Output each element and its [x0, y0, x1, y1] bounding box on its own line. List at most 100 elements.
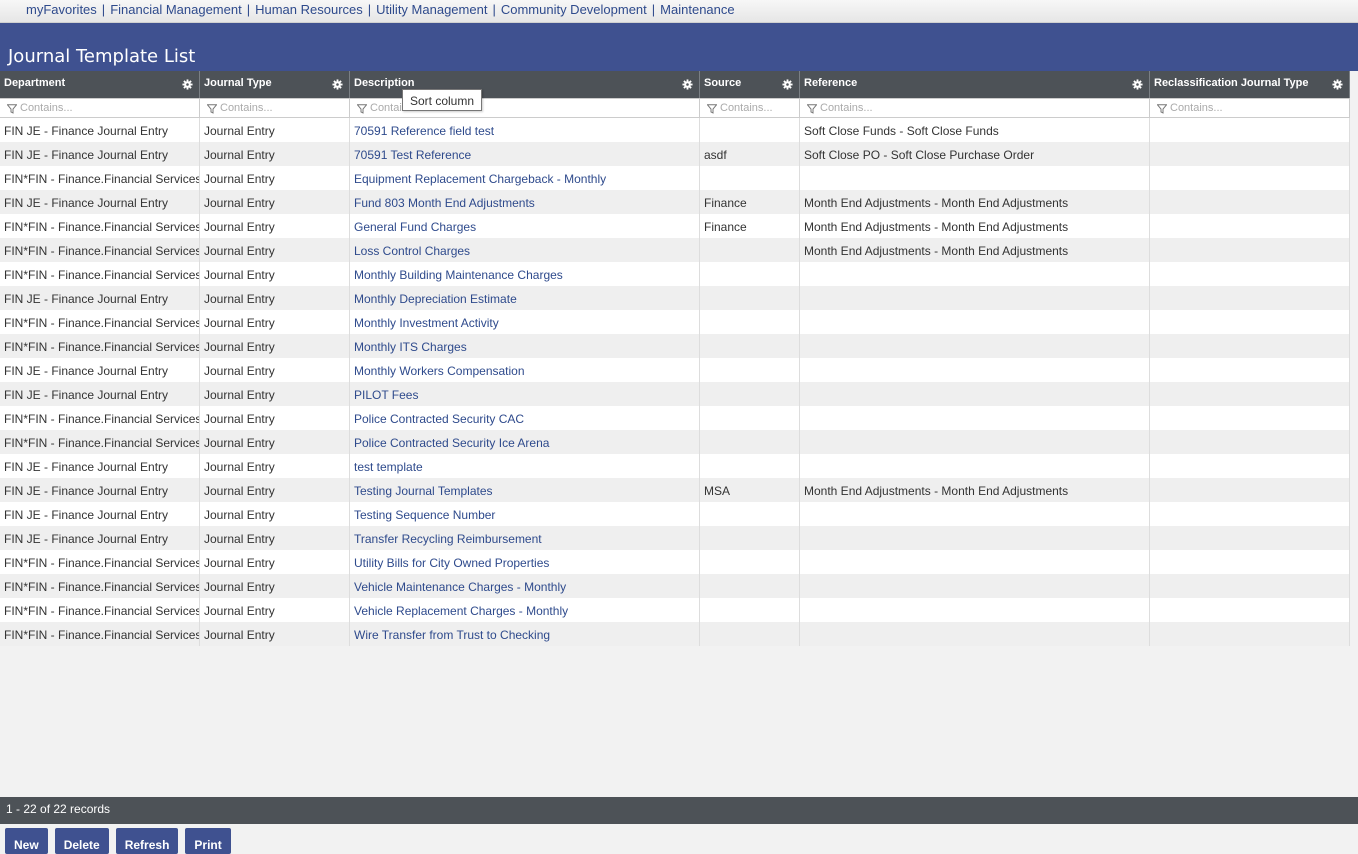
cell-journal-type: Journal Entry [200, 118, 350, 142]
table-row[interactable]: FIN JE - Finance Journal Entry Journal En… [0, 526, 1350, 550]
column-header-department[interactable]: Department [0, 71, 200, 98]
filter-icon[interactable] [6, 103, 18, 114]
filter-input-journal-type[interactable] [220, 100, 343, 115]
filter-input-reference[interactable] [820, 100, 1143, 115]
nav-link-utility-management[interactable]: Utility Management [376, 2, 487, 17]
description-link[interactable]: Transfer Recycling Reimbursement [350, 526, 700, 550]
table-row[interactable]: FIN*FIN - Finance.Financial Services Jour… [0, 262, 1350, 286]
cell-journal-type: Journal Entry [200, 214, 350, 238]
column-header-reference[interactable]: Reference [800, 71, 1150, 98]
description-link[interactable]: Monthly Workers Compensation [350, 358, 700, 382]
cell-source [700, 166, 800, 190]
table-row[interactable]: FIN*FIN - Finance.Financial Services Jour… [0, 166, 1350, 190]
filter-icon[interactable] [806, 103, 818, 114]
table-row[interactable]: FIN*FIN - Finance.Financial Services Jour… [0, 406, 1350, 430]
cell-department: FIN*FIN - Finance.Financial Services [0, 310, 200, 334]
new-button[interactable]: New [5, 828, 48, 854]
description-link[interactable]: PILOT Fees [350, 382, 700, 406]
refresh-button[interactable]: Refresh [115, 828, 179, 854]
cell-department: FIN*FIN - Finance.Financial Services [0, 334, 200, 358]
table-row[interactable]: FIN*FIN - Finance.Financial Services Jour… [0, 550, 1350, 574]
description-link[interactable]: Monthly Building Maintenance Charges [350, 262, 700, 286]
cell-journal-type: Journal Entry [200, 358, 350, 382]
table-row[interactable]: FIN*FIN - Finance.Financial Services Jour… [0, 238, 1350, 262]
gear-icon[interactable] [332, 79, 343, 90]
cell-source [700, 406, 800, 430]
cell-reference [800, 598, 1150, 622]
description-link[interactable]: Monthly Depreciation Estimate [350, 286, 700, 310]
nav-link-community-development[interactable]: Community Development [501, 2, 647, 17]
table-row[interactable]: FIN*FIN - Finance.Financial Services Jour… [0, 334, 1350, 358]
record-count: 1 - 22 of 22 records [6, 802, 111, 816]
table-row[interactable]: FIN JE - Finance Journal Entry Journal En… [0, 478, 1350, 502]
table-row[interactable]: FIN*FIN - Finance.Financial Services Jour… [0, 574, 1350, 598]
cell-reclassification-journal-type [1150, 358, 1350, 382]
gear-icon[interactable] [682, 79, 693, 90]
filter-icon[interactable] [1156, 103, 1168, 114]
filter-icon[interactable] [206, 103, 218, 114]
table-row[interactable]: FIN*FIN - Finance.Financial Services Jour… [0, 214, 1350, 238]
description-link[interactable]: Testing Sequence Number [350, 502, 700, 526]
grid-footer: 1 - 22 of 22 records [0, 797, 1358, 824]
table-row[interactable]: FIN*FIN - Finance.Financial Services Jour… [0, 430, 1350, 454]
delete-button[interactable]: Delete [54, 828, 109, 854]
column-header-label: Source [704, 77, 742, 89]
cell-journal-type: Journal Entry [200, 526, 350, 550]
description-link[interactable]: Loss Control Charges [350, 238, 700, 262]
table-row[interactable]: FIN JE - Finance Journal Entry Journal En… [0, 118, 1350, 142]
description-link[interactable]: General Fund Charges [350, 214, 700, 238]
description-link[interactable]: Police Contracted Security Ice Arena [350, 430, 700, 454]
table-row[interactable]: FIN*FIN - Finance.Financial Services Jour… [0, 622, 1350, 646]
page-title: Journal Template List [8, 46, 196, 67]
description-link[interactable]: Fund 803 Month End Adjustments [350, 190, 700, 214]
sort-column-tooltip: Sort column [402, 89, 482, 111]
cell-reference: Month End Adjustments - Month End Adjust… [800, 478, 1150, 502]
description-link[interactable]: Equipment Replacement Chargeback - Month… [350, 166, 700, 190]
print-button[interactable]: Print [185, 828, 231, 854]
nav-link-human-resources[interactable]: Human Resources [255, 2, 363, 17]
cell-reference [800, 622, 1150, 646]
filter-icon[interactable] [706, 103, 718, 114]
description-link[interactable]: 70591 Reference field test [350, 118, 700, 142]
table-row[interactable]: FIN*FIN - Finance.Financial Services Jour… [0, 598, 1350, 622]
table-row[interactable]: FIN JE - Finance Journal Entry Journal En… [0, 190, 1350, 214]
table-row[interactable]: FIN JE - Finance Journal Entry Journal En… [0, 358, 1350, 382]
filter-input-reclassification-journal-type[interactable] [1170, 100, 1343, 115]
nav-link-myfavorites[interactable]: myFavorites [26, 2, 97, 17]
description-link[interactable]: Monthly ITS Charges [350, 334, 700, 358]
description-link[interactable]: Testing Journal Templates [350, 478, 700, 502]
cell-journal-type: Journal Entry [200, 430, 350, 454]
table-row[interactable]: FIN JE - Finance Journal Entry Journal En… [0, 454, 1350, 478]
description-link[interactable]: Utility Bills for City Owned Properties [350, 550, 700, 574]
cell-journal-type: Journal Entry [200, 622, 350, 646]
table-row[interactable]: FIN JE - Finance Journal Entry Journal En… [0, 142, 1350, 166]
description-link[interactable]: Wire Transfer from Trust to Checking [350, 622, 700, 646]
gear-icon[interactable] [182, 79, 193, 90]
column-header-source[interactable]: Source [700, 71, 800, 98]
description-link[interactable]: Police Contracted Security CAC [350, 406, 700, 430]
filter-icon[interactable] [356, 103, 368, 114]
column-header-reclassification-journal-type[interactable]: Reclassification Journal Type [1150, 71, 1350, 98]
description-link[interactable]: Monthly Investment Activity [350, 310, 700, 334]
nav-link-financial-management[interactable]: Financial Management [110, 2, 242, 17]
table-row[interactable]: FIN JE - Finance Journal Entry Journal En… [0, 502, 1350, 526]
gear-icon[interactable] [1132, 79, 1143, 90]
filter-input-source[interactable] [720, 100, 793, 115]
nav-link-maintenance[interactable]: Maintenance [660, 2, 734, 17]
description-link[interactable]: 70591 Test Reference [350, 142, 700, 166]
description-link[interactable]: Vehicle Maintenance Charges - Monthly [350, 574, 700, 598]
description-link[interactable]: Vehicle Replacement Charges - Monthly [350, 598, 700, 622]
cell-department: FIN JE - Finance Journal Entry [0, 454, 200, 478]
gear-icon[interactable] [1332, 79, 1343, 90]
column-header-journal-type[interactable]: Journal Type [200, 71, 350, 98]
grid-filter-row [0, 98, 1350, 118]
cell-journal-type: Journal Entry [200, 310, 350, 334]
cell-reclassification-journal-type [1150, 622, 1350, 646]
table-row[interactable]: FIN*FIN - Finance.Financial Services Jour… [0, 310, 1350, 334]
description-link[interactable]: test template [350, 454, 700, 478]
filter-input-department[interactable] [20, 100, 193, 115]
table-row[interactable]: FIN JE - Finance Journal Entry Journal En… [0, 382, 1350, 406]
cell-source [700, 622, 800, 646]
gear-icon[interactable] [782, 79, 793, 90]
table-row[interactable]: FIN JE - Finance Journal Entry Journal En… [0, 286, 1350, 310]
